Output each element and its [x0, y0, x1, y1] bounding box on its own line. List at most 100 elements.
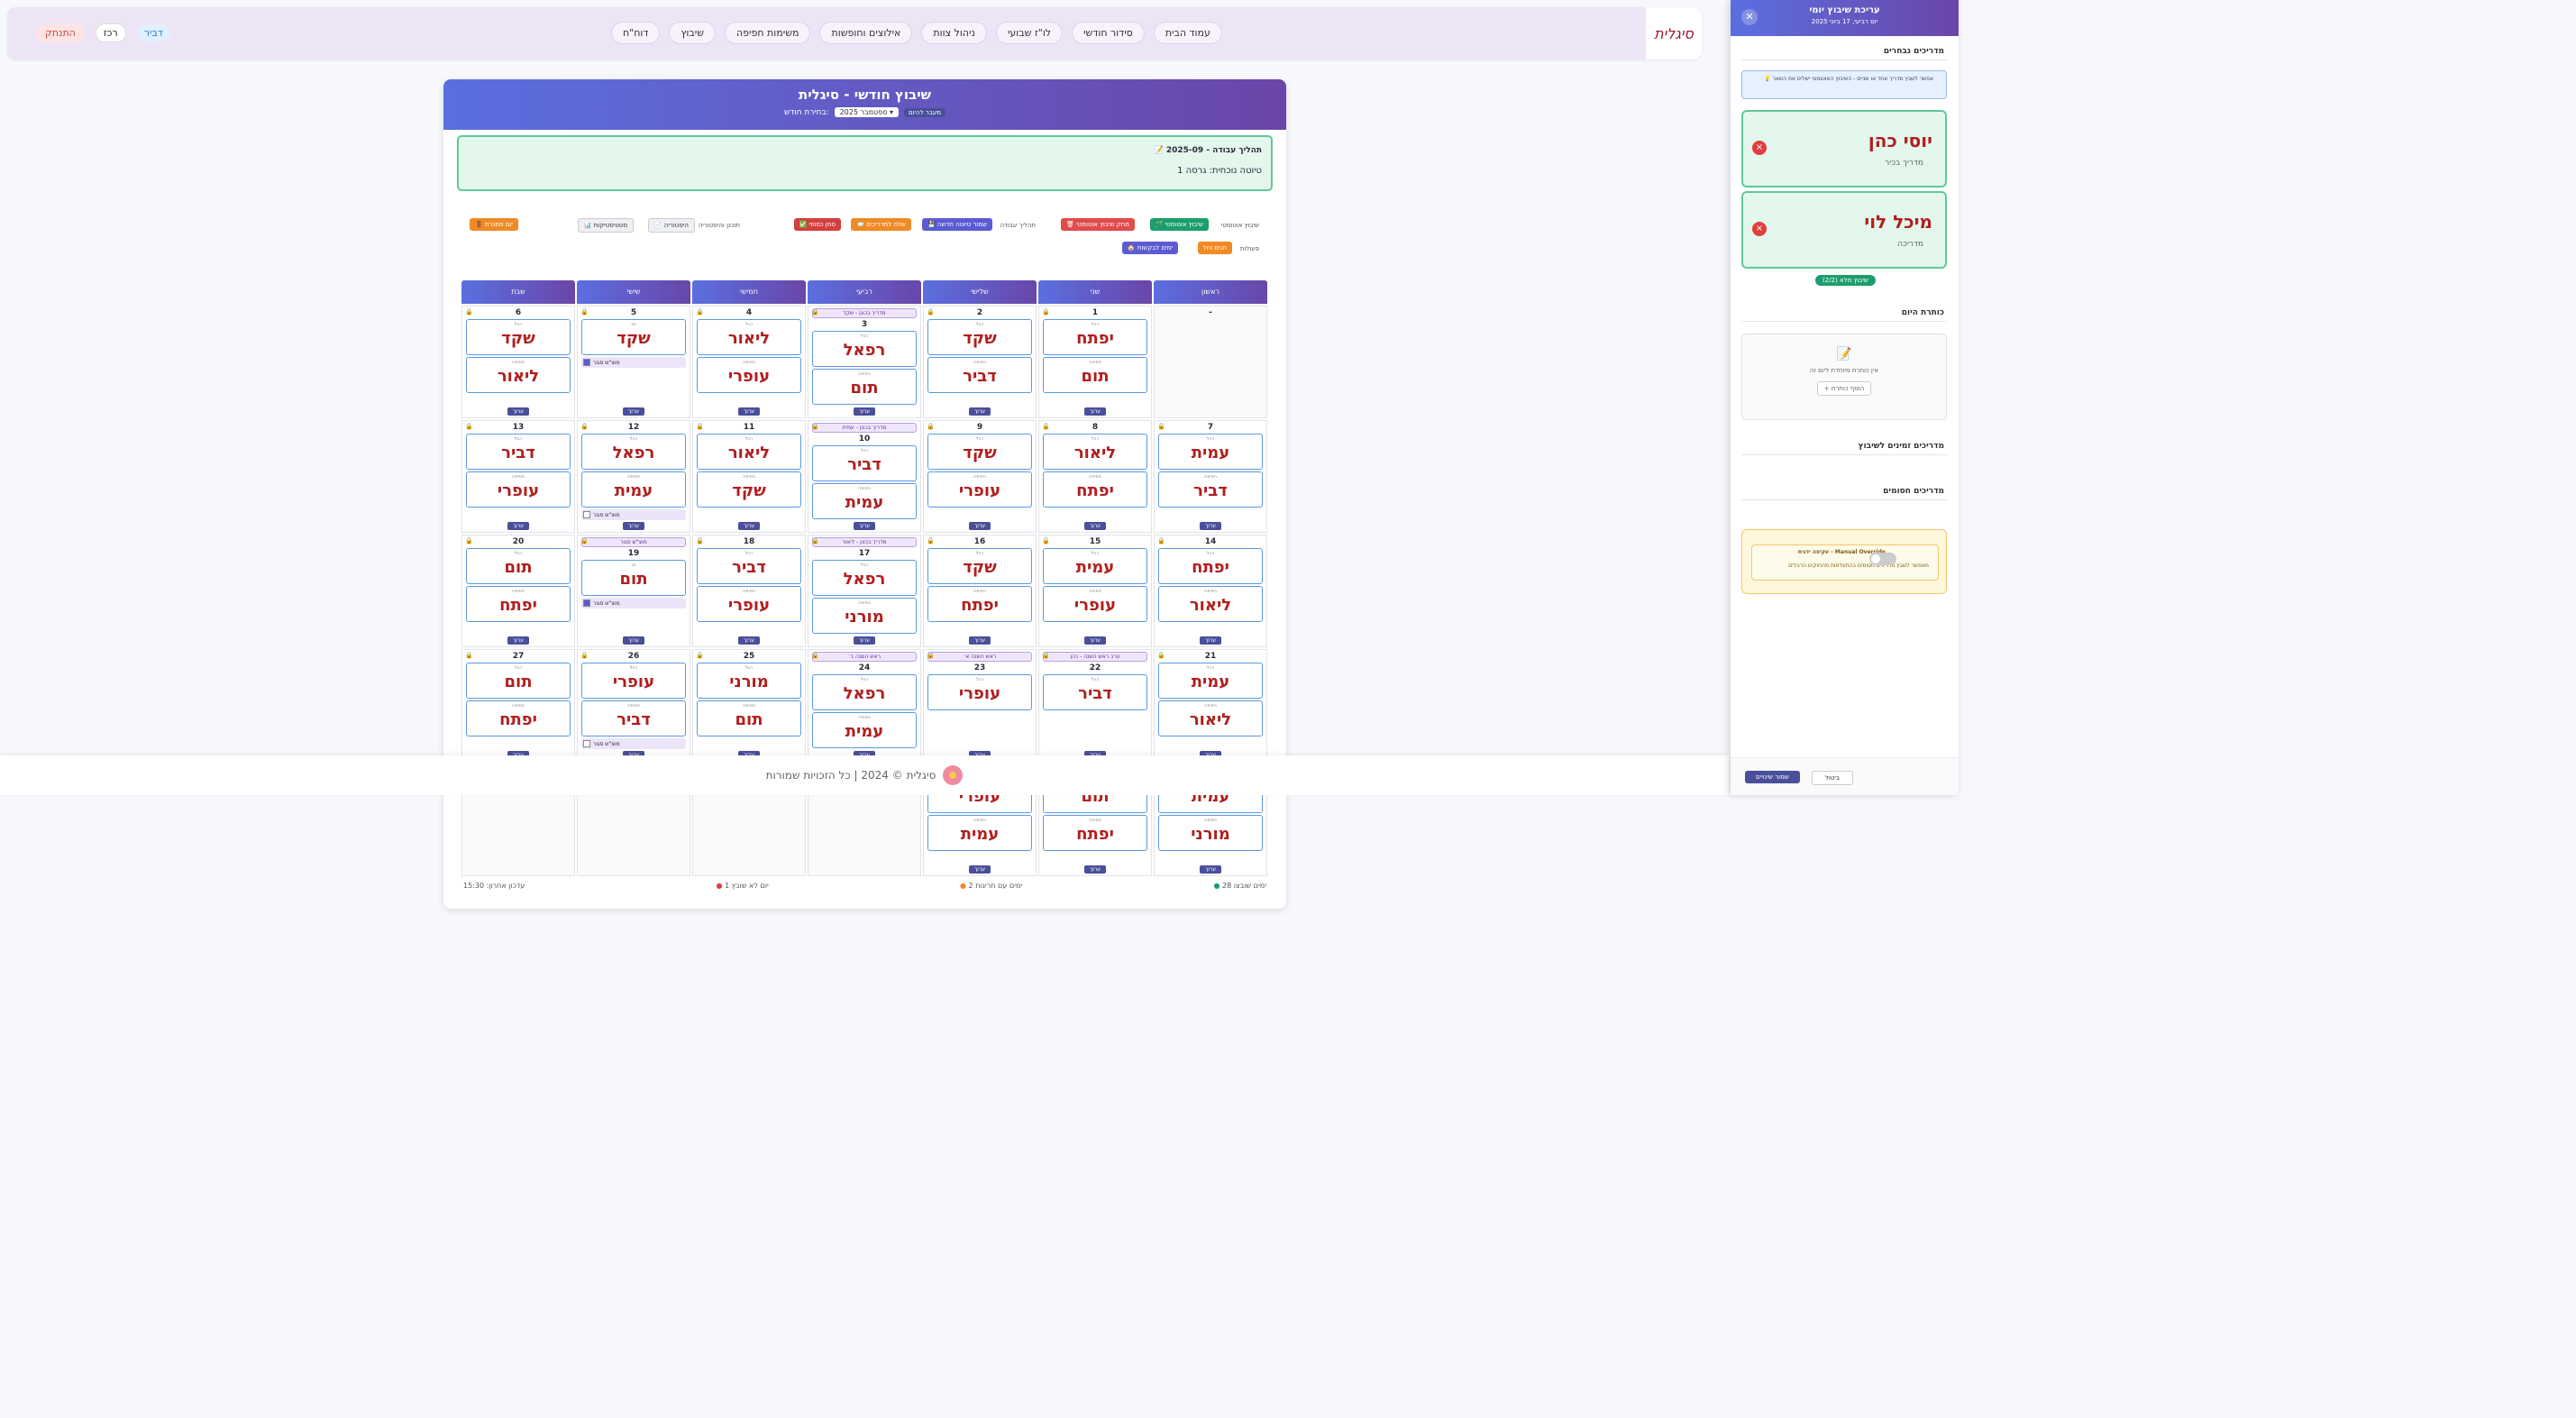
shift-slot[interactable]: חפיפה דביר — [1158, 471, 1263, 508]
day-cell[interactable]: 🔒 מדריך בכונן - שקד 3 רגיל רפאל חפיפה תום ערוך — [808, 306, 921, 418]
today-button[interactable]: מעבר להיום — [904, 107, 946, 117]
closed-day-button[interactable]: 🚪 יום מסגרת — [469, 218, 518, 231]
requests-button[interactable]: 🏠 ימים לבקשות — [1121, 242, 1178, 254]
edit-day-button[interactable]: ערוך — [1200, 522, 1221, 530]
day-cell[interactable]: 🔒 14 רגיל יפתח חפיפה ליאור ערוך — [1154, 535, 1267, 647]
override-toggle[interactable] — [1869, 553, 1896, 565]
lock-icon[interactable]: 🔒 — [580, 652, 589, 659]
lock-icon[interactable]: 🔒 — [1157, 652, 1165, 659]
shift-slot[interactable]: חפיפה ליאור — [1158, 586, 1263, 622]
send-button[interactable]: 📨 שלח למדריכים — [851, 218, 911, 231]
day-cell[interactable]: 🔒21רגילעמיתחפיפהליאורערוך — [1154, 649, 1267, 762]
shift-slot[interactable]: רגיל שקד — [466, 319, 571, 355]
shift-slot[interactable]: חפיפה עופרי — [927, 471, 1032, 508]
closed-checkbox[interactable] — [583, 740, 590, 747]
shift-slot[interactable]: רגיל דביר — [1043, 674, 1147, 710]
shift-slot[interactable]: רגיל ליאור — [697, 434, 801, 470]
day-cell[interactable]: 🔒 5 חג שקד מוצ"ש סגור ערוך — [577, 306, 690, 418]
shift-slot[interactable]: רגילתום — [466, 663, 571, 699]
shift-slot[interactable]: רגיל רפאל — [812, 331, 917, 367]
lock-icon[interactable]: 🔒 — [465, 537, 473, 544]
nav-link[interactable]: דוח"ח — [611, 22, 661, 44]
shift-slot[interactable]: חפיפה תום — [812, 369, 917, 405]
lock-icon[interactable]: 🔒 — [1042, 308, 1050, 316]
holiday-button[interactable]: חגים וחל — [1197, 242, 1232, 254]
day-cell[interactable]: 🔒25רגילמורניחפיפהתוםערוך — [692, 649, 806, 762]
shift-slot[interactable]: חפיפה תום — [697, 700, 801, 736]
cancel-button[interactable]: ביטול — [1812, 771, 1854, 785]
edit-day-button[interactable]: ערוך — [854, 636, 875, 645]
shift-slot[interactable]: רגיל רפאל — [812, 560, 917, 596]
edit-day-button[interactable]: ערוך — [1200, 865, 1221, 874]
lock-icon[interactable]: 🔒 — [927, 652, 935, 659]
auto-schedule-button[interactable]: 🪄 שיבוץ אוטומטי — [1149, 218, 1209, 231]
month-select[interactable]: ספטמבר 2025 ▾ — [834, 107, 899, 117]
day-cell[interactable]: 🔒 6 רגיל שקד חפיפה ליאור ערוך — [461, 306, 575, 418]
day-cell[interactable]: 🔒 4 רגיל ליאור חפיפה עופרי ערוך — [692, 306, 806, 418]
lock-icon[interactable]: 🔒 — [465, 423, 473, 430]
shift-slot[interactable]: רגיל דביר — [466, 434, 571, 470]
closed-checkbox[interactable] — [583, 511, 590, 518]
day-cell[interactable]: 🔒 16 רגיל שקד חפיפה יפתח ערוך — [923, 535, 1037, 647]
lock-icon[interactable]: 🔒 — [1157, 537, 1165, 544]
shift-slot[interactable]: חפיפה יפתח — [927, 586, 1032, 622]
day-cell[interactable]: 🔒 18 רגיל דביר חפיפה עופרי ערוך — [692, 535, 806, 647]
save-button[interactable]: שמור שינויים — [1745, 771, 1800, 783]
day-cell[interactable]: 🔒 13 רגיל דביר חפיפה עופרי ערוך — [461, 420, 575, 533]
lock-icon[interactable]: 🔒 — [465, 652, 473, 659]
shift-slot[interactable]: רגיל יפתח — [1043, 319, 1147, 355]
edit-day-button[interactable]: ערוך — [738, 407, 760, 416]
shift-slot[interactable]: רגיל עופרי — [927, 674, 1032, 710]
close-icon[interactable]: ✕ — [1741, 9, 1758, 25]
day-cell[interactable]: 🔒 1 רגיל יפתח חפיפה תום ערוך — [1038, 306, 1152, 418]
day-cell[interactable]: 🔒 9 רגיל שקד חפיפה עופרי ערוך — [923, 420, 1037, 533]
nav-link[interactable]: אילוצים וחופשות — [819, 22, 913, 44]
lock-icon[interactable]: 🔒 — [811, 423, 819, 430]
guide-card[interactable]: מיכל לוי מדריכה × — [1741, 191, 1947, 269]
nav-link[interactable]: משימות חפיפה — [724, 22, 811, 44]
lock-icon[interactable]: 🔒 — [580, 423, 589, 430]
shift-slot[interactable]: רגיל עמית — [1043, 548, 1147, 584]
shift-slot[interactable]: רגילתום — [466, 548, 571, 584]
lock-icon[interactable]: 🔒 — [927, 308, 935, 316]
day-cell[interactable]: 🔒 12 רגיל רפאל חפיפה עמית מוצ"ש סגור ערוך — [577, 420, 690, 533]
closed-checkbox[interactable] — [583, 599, 590, 607]
lock-icon[interactable]: 🔒 — [580, 537, 589, 544]
shift-slot[interactable]: חפיפה יפתח — [466, 700, 571, 736]
lock-icon[interactable]: 🔒 — [1157, 423, 1165, 430]
shift-slot[interactable]: חפיפה מורני — [812, 598, 917, 634]
day-cell[interactable]: 🔒ראש השנה א׳23רגילעופריערוך — [923, 649, 1037, 762]
stats-button[interactable]: 📊 סטטיסטיקות — [577, 218, 634, 233]
shift-slot[interactable]: רגיל מורני — [697, 663, 801, 699]
edit-day-button[interactable]: ערוך — [623, 636, 644, 645]
shift-slot[interactable]: חפיפה יפתח — [1043, 815, 1147, 851]
day-cell[interactable]: 🔒26רגילעופריחפיפהדבירמוצ"ש סגורערוך — [577, 649, 690, 762]
logout-button[interactable]: התנתק — [36, 23, 85, 42]
shift-slot[interactable]: חפיפה תום — [1043, 357, 1147, 393]
edit-day-button[interactable]: ערוך — [1200, 636, 1221, 645]
edit-day-button[interactable]: ערוך — [1084, 865, 1106, 874]
remove-icon[interactable]: × — [1752, 141, 1767, 155]
lock-icon[interactable]: 🔒 — [1042, 537, 1050, 544]
edit-day-button[interactable]: ערוך — [1084, 636, 1106, 645]
lock-icon[interactable]: 🔒 — [465, 308, 473, 316]
shift-slot[interactable]: רגיל יפתח — [1158, 548, 1263, 584]
nav-link[interactable]: ניהול צוות — [921, 22, 987, 44]
lock-icon[interactable]: 🔒 — [696, 308, 704, 316]
shift-slot[interactable]: רגיל שקד — [927, 319, 1032, 355]
shift-slot[interactable]: רגיל דביר — [812, 445, 917, 481]
shift-slot[interactable]: חפיפה עמית — [812, 483, 917, 519]
day-cell[interactable]: 🔒 מדריך בכונן - ליאור 17 רגיל רפאל חפיפה מורני… — [808, 535, 921, 647]
shift-slot[interactable]: רגיל ליאור — [697, 319, 801, 355]
shift-slot[interactable]: חפיפה עמית — [812, 712, 917, 748]
lock-icon[interactable]: 🔒 — [696, 537, 704, 544]
shift-slot[interactable]: רגיל רפאל — [581, 434, 686, 470]
nav-link[interactable]: סידור חודשי — [1072, 22, 1145, 44]
history-button[interactable]: 📄 היסטוריה — [647, 218, 695, 233]
edit-day-button[interactable]: ערוך — [854, 522, 875, 530]
shift-slot[interactable]: חפיפה דביר — [927, 357, 1032, 393]
shift-slot[interactable]: חפיפה עופרי — [697, 586, 801, 622]
edit-day-button[interactable]: ערוך — [1084, 522, 1106, 530]
lock-icon[interactable]: 🔒 — [811, 652, 819, 659]
day-cell[interactable]: 🔒ראש השנה ב׳24רגילרפאלחפיפהעמיתערוך — [808, 649, 921, 762]
